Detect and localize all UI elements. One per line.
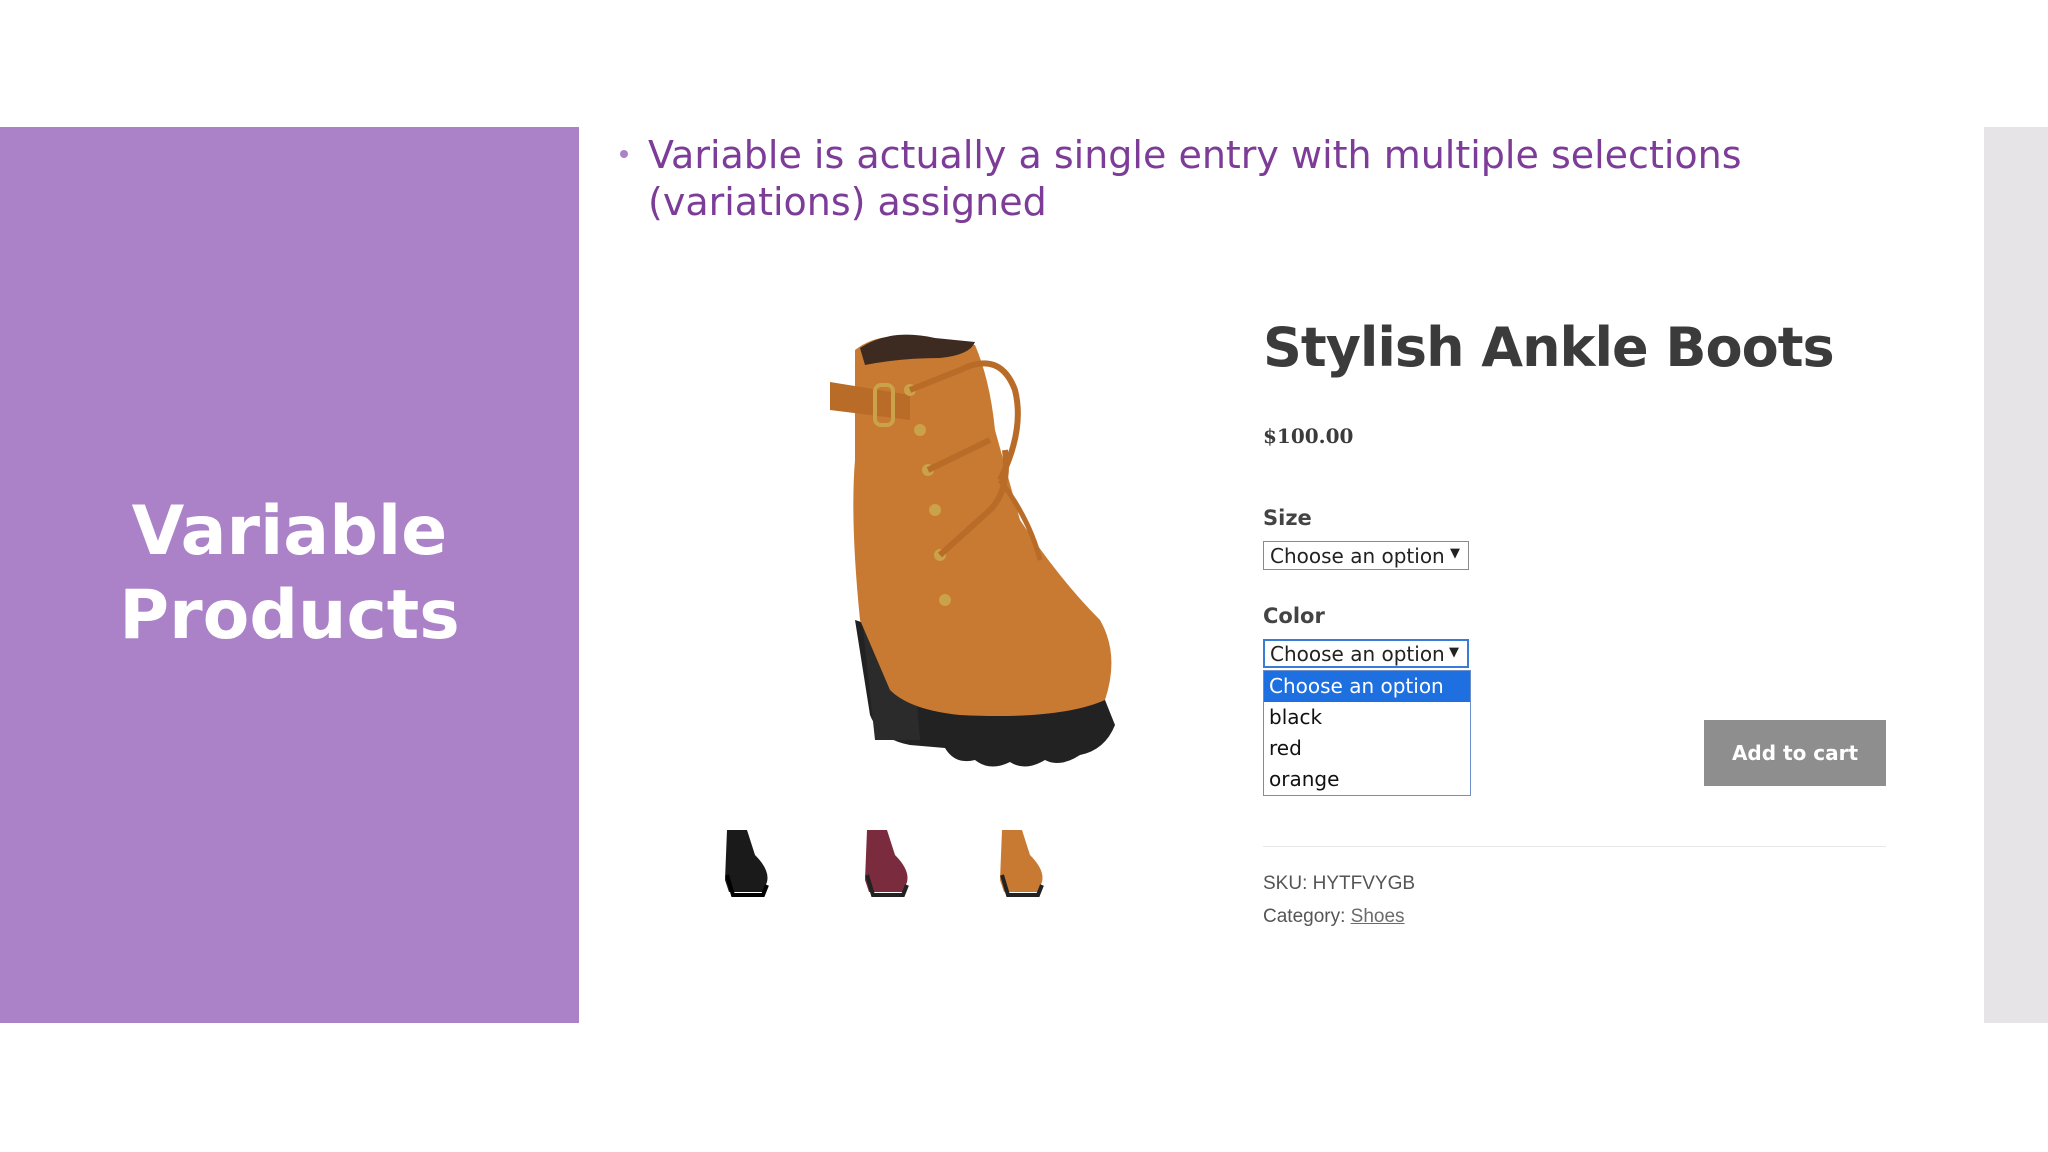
bullet-icon (620, 150, 628, 158)
sku-line: SKU: HYTFVYGB (1263, 873, 1415, 895)
category-line: Category: Shoes (1263, 906, 1405, 928)
bullet-text: Variable is actually a single entry with… (648, 133, 1742, 224)
color-label: Color (1263, 604, 1325, 628)
slide-title-line-1: Variable (131, 492, 448, 571)
color-dropdown-list: Choose an option black red orange (1263, 670, 1471, 796)
chevron-down-icon: ▼ (1449, 645, 1459, 660)
product-price: $100.00 (1263, 424, 1354, 448)
thumbnail-black-boot[interactable] (715, 820, 775, 900)
size-select-value: Choose an option (1270, 544, 1445, 568)
right-edge-bar (1984, 127, 2048, 1023)
add-to-cart-button[interactable]: Add to cart (1704, 720, 1886, 786)
slide-title-line-2: Products (119, 576, 460, 655)
color-option-choose[interactable]: Choose an option (1264, 671, 1470, 702)
color-select-value: Choose an option (1270, 642, 1445, 666)
size-select[interactable]: Choose an option ▼ (1263, 541, 1469, 570)
slide-title: Variable Products (0, 490, 579, 658)
boot-icon (830, 334, 1115, 767)
color-select[interactable]: Choose an option ▼ (1263, 639, 1469, 668)
color-option-red[interactable]: red (1264, 733, 1470, 764)
main-product-image (830, 334, 1115, 767)
thumbnail-orange-boot[interactable] (990, 820, 1050, 900)
thumbnail-red-boot[interactable] (855, 820, 915, 900)
category-link[interactable]: Shoes (1351, 906, 1405, 927)
category-label: Category: (1263, 906, 1346, 927)
size-label: Size (1263, 506, 1312, 530)
divider (1263, 846, 1886, 847)
color-option-orange[interactable]: orange (1264, 764, 1470, 795)
product-title: Stylish Ankle Boots (1263, 316, 1835, 379)
color-option-black[interactable]: black (1264, 702, 1470, 733)
sku-label: SKU: (1263, 873, 1308, 894)
chevron-down-icon: ▼ (1450, 546, 1460, 561)
sku-value: HYTFVYGB (1312, 873, 1416, 894)
